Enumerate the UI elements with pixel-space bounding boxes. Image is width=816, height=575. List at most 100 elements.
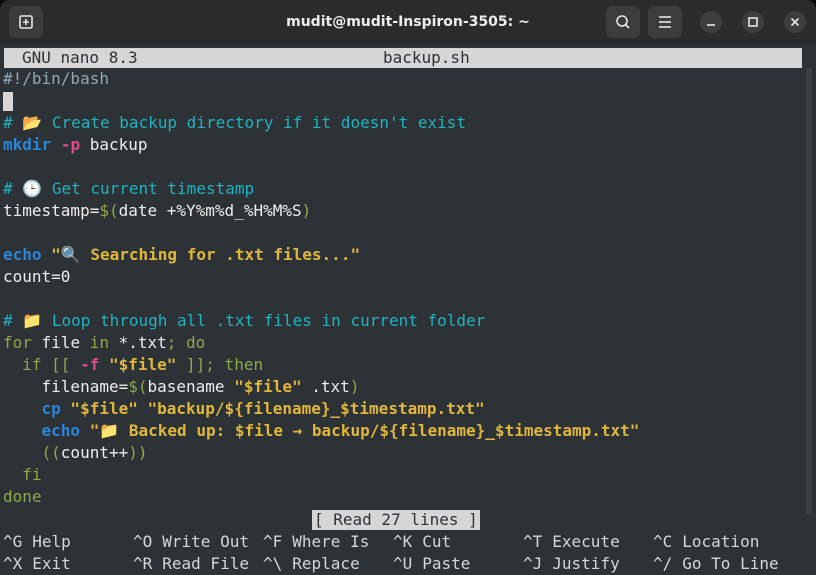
code-token: count= — [3, 267, 61, 286]
code-token: if [[ — [3, 355, 81, 374]
code-line-16: cp "$file" "backup/${filename}_$timestam… — [3, 398, 485, 420]
code-line-10: count=0 — [3, 266, 70, 288]
code-token: count++ — [60, 443, 129, 462]
code-token: date +%Y%m%d_%H%M%S — [118, 201, 302, 220]
minimize-button[interactable] — [700, 11, 722, 33]
shortcut-label: Exit — [32, 554, 71, 573]
search-button[interactable] — [606, 6, 640, 38]
shortcut-replace[interactable]: ^\ Replace — [263, 553, 360, 575]
menu-button[interactable] — [648, 6, 682, 38]
code-token: -p — [60, 135, 81, 154]
shortcut-execute[interactable]: ^T Execute — [523, 531, 620, 553]
shortcut-key: ^O — [133, 532, 153, 551]
code-token: cp — [3, 399, 61, 418]
code-line-15: filename=$(basename "$file" .txt) — [3, 376, 360, 398]
shortcut-key: ^\ — [263, 554, 283, 573]
shortcut-key: ^K — [393, 532, 413, 551]
code-token: ) — [301, 201, 312, 220]
shortcut-read-file[interactable]: ^R Read File — [133, 553, 249, 575]
code-line-18: ((count++)) — [3, 442, 148, 464]
close-icon — [790, 17, 800, 27]
shortcut-label: Location — [682, 532, 760, 551]
shortcut-go-to-line[interactable]: ^/ Go To Line — [653, 553, 779, 575]
nano-version: GNU nano 8.3 — [22, 48, 138, 67]
code-token: $( — [128, 377, 148, 396]
code-token: " — [80, 421, 100, 440]
shortcut-label: Read File — [162, 554, 249, 573]
code-line-13: for file in *.txt; do — [3, 332, 205, 354]
status-message: [ Read 27 lines ] — [312, 510, 480, 530]
code-token: 📁 Backed up: $file → backup/${filename}_… — [99, 421, 640, 440]
shortcut-key: ^T — [523, 532, 543, 551]
code-token: echo — [3, 245, 42, 264]
code-token: "🔍 Searching for .txt files..." — [51, 245, 361, 264]
shortcut-location[interactable]: ^C Location — [653, 531, 759, 553]
close-button[interactable] — [784, 11, 806, 33]
code-token: $( — [99, 201, 119, 220]
maximize-icon — [748, 17, 758, 27]
shortcut-label: Justify — [552, 554, 620, 573]
shortcut-where-is[interactable]: ^F Where Is — [263, 531, 369, 553]
nano-editor[interactable]: GNU nano 8.3 backup.sh #!/bin/bash # 📂 C… — [0, 44, 816, 575]
shortcut-help[interactable]: ^G Help — [3, 531, 71, 553]
window-title: mudit@mudit-Inspiron-3505: ~ — [286, 14, 530, 30]
shortcut-key: ^X — [3, 554, 23, 573]
code-line-6: # 🕒 Get current timestamp — [3, 179, 255, 198]
code-token: ]]; then — [176, 355, 264, 374]
shortcut-label: Where Is — [292, 532, 370, 551]
shortcut-write-out[interactable]: ^O Write Out — [133, 531, 249, 553]
shortcut-label: Paste — [422, 554, 471, 573]
code-token: "$file" — [234, 377, 302, 396]
code-line-19: fi — [3, 465, 42, 484]
shortcut-key: ^F — [263, 532, 283, 551]
hamburger-menu-icon — [659, 16, 671, 28]
code-line-3: # 📂 Create backup directory if it doesn'… — [3, 113, 467, 132]
code-token: "$file" — [99, 355, 177, 374]
code-token: .txt — [301, 377, 350, 396]
code-token: filename= — [3, 377, 129, 396]
code-line-7: timestamp=$(date +%Y%m%d_%H%M%S) — [3, 200, 311, 222]
code-token: basename — [147, 377, 235, 396]
shortcut-key: ^G — [3, 532, 23, 551]
shortcut-justify[interactable]: ^J Justify — [523, 553, 620, 575]
code-token: -f — [80, 355, 100, 374]
maximize-button[interactable] — [742, 11, 764, 33]
code-token: ; — [166, 333, 187, 352]
shortcut-label: Cut — [422, 532, 452, 551]
shortcut-label: Go To Line — [682, 554, 779, 573]
search-icon — [616, 15, 630, 29]
minimize-icon — [707, 24, 715, 26]
shortcut-paste[interactable]: ^U Paste — [393, 553, 470, 575]
shortcut-label: Help — [32, 532, 71, 551]
code-line-20: done — [3, 487, 42, 506]
shortcut-key: ^C — [653, 532, 673, 551]
code-token: for — [3, 333, 32, 352]
shortcut-label: Write Out — [162, 532, 249, 551]
shortcut-cut[interactable]: ^K Cut — [393, 531, 451, 553]
code-line-4: mkdir -p backup — [3, 134, 148, 156]
code-line-9: echo "🔍 Searching for .txt files..." — [3, 244, 360, 266]
code-token: backup — [80, 135, 148, 154]
code-token: 0 — [60, 267, 71, 286]
code-line-14: if [[ -f "$file" ]]; then — [3, 354, 263, 376]
code-token: )) — [128, 443, 148, 462]
shortcut-key: ^U — [393, 554, 413, 573]
title-bar: mudit@mudit-Inspiron-3505: ~ — [0, 0, 816, 44]
code-token: timestamp= — [3, 201, 100, 220]
code-token: mkdir — [3, 135, 52, 154]
shortcut-key: ^/ — [653, 554, 673, 573]
text-cursor — [3, 92, 13, 111]
code-line-12: # 📁 Loop through all .txt files in curre… — [3, 311, 486, 330]
shortcut-key: ^R — [133, 554, 153, 573]
nano-filename: backup.sh — [383, 48, 470, 67]
scrollbar[interactable] — [806, 68, 812, 514]
code-token: echo — [3, 421, 81, 440]
shortcut-key: ^J — [523, 554, 543, 573]
code-token: file — [31, 333, 90, 352]
code-token: "$file" "backup/${filename}_$timestamp.t… — [60, 399, 485, 418]
code-line-1: #!/bin/bash — [3, 69, 109, 88]
shortcut-exit[interactable]: ^X Exit — [3, 553, 71, 575]
shortcut-label: Replace — [292, 554, 360, 573]
terminal-window: mudit@mudit-Inspiron-3505: ~ GNU nano 8.… — [0, 0, 816, 575]
code-token: do — [186, 333, 206, 352]
